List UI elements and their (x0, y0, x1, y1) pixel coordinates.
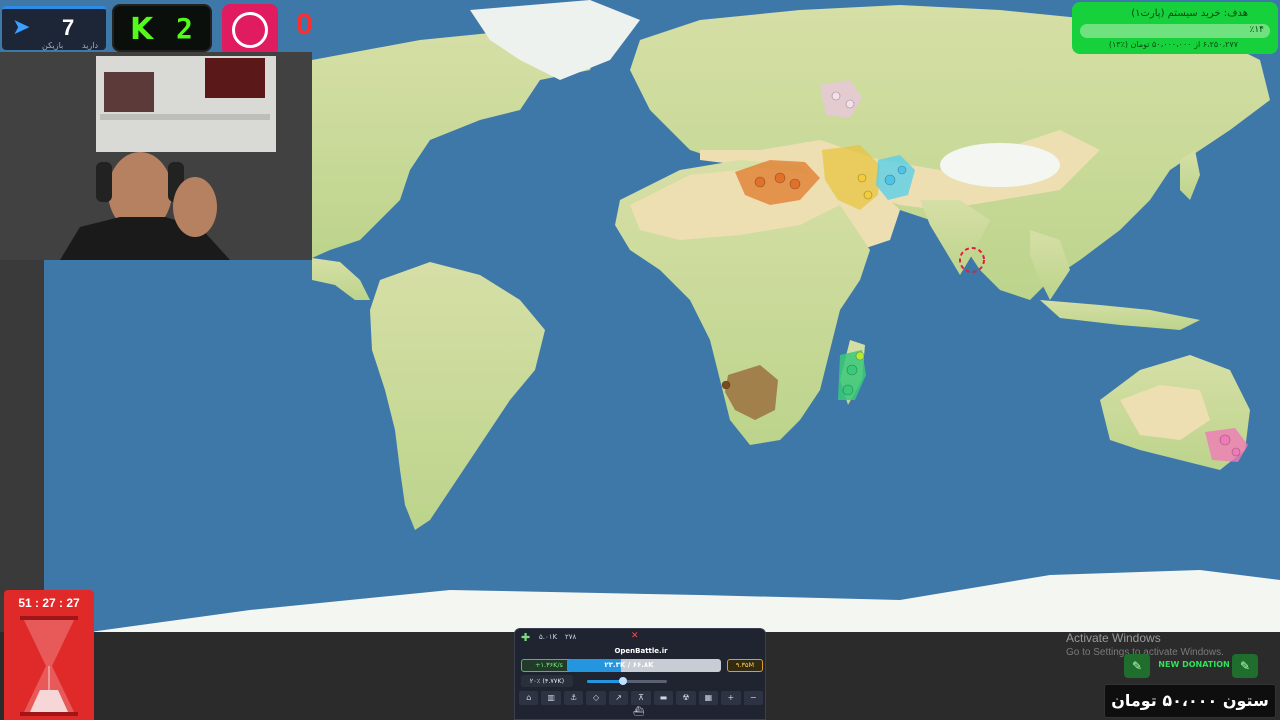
add-icon[interactable]: ✚ (521, 631, 530, 644)
watermark-line-1: Activate Windows (1066, 631, 1161, 645)
kick-count: 2 (176, 12, 193, 45)
build-factory-button[interactable]: ▥ (541, 691, 561, 705)
tibet-snow (940, 143, 1060, 187)
attack-ratio-slider[interactable] (587, 677, 667, 685)
build-sam-button[interactable]: ⊼ (631, 691, 651, 705)
viewer-label-2: دارید (82, 41, 99, 50)
donation-label: NEW DONATION (1158, 660, 1230, 669)
stream-timer: 51 : 27 : 27 (4, 590, 94, 720)
viewer-label-1: بازیکن (42, 41, 64, 50)
control-panel: ✚ ۵.۰۱K ۲۷۸ ✕ OpenBattle.ir +۱.۳۶K/s ۲۳.… (514, 628, 766, 720)
build-port-button[interactable]: ⚓ (563, 691, 584, 705)
build-nuke-button[interactable]: ☢ (676, 691, 696, 705)
viewer-counter: ➤ 7 بازیکن دارید (2, 6, 106, 50)
troop-bar: ۲۳.۳K / ۶۶.۸K (567, 659, 721, 672)
kick-icon: K (130, 12, 154, 47)
panel-top-row: ✚ ۵.۰۱K ۲۷۸ ✕ (519, 631, 763, 645)
webcam-image (0, 52, 312, 260)
build-defense-button[interactable]: ◇ (586, 691, 606, 705)
slider-thumb[interactable] (619, 677, 627, 685)
ship-icon[interactable]: ⛴ (633, 707, 644, 717)
money-icon-right: ✎ (1232, 654, 1258, 678)
stream-overlay-bar: ➤ 7 بازیکن دارید K 2 0 (0, 0, 330, 56)
timer-text: 51 : 27 : 27 (18, 596, 80, 610)
telegram-icon: ➤ (12, 15, 31, 40)
patreon-count: 0 (296, 8, 313, 41)
build-missile-button[interactable]: ↗ (608, 691, 629, 705)
new-donation-alert: ✎ NEW DONATION ✎ (1120, 654, 1266, 678)
patreon-badge (222, 4, 278, 56)
slider-fill (587, 680, 623, 683)
build-silo-button[interactable]: ▦ (698, 691, 719, 705)
build-city-button[interactable]: ⌂ (519, 691, 539, 705)
troop-count: ۲۳.۳K / ۶۶.۸K (604, 661, 654, 669)
goal-progress-bar: ٪۱۴ (1080, 24, 1270, 38)
goal-percent: ٪۱۴ (1249, 25, 1264, 35)
goal-title: هدف: خرید سیستم (پارت۱) (1131, 8, 1248, 19)
kick-counter: K 2 (112, 4, 212, 52)
viewer-count: 7 (62, 15, 75, 40)
attack-ratio-chip: ۲۰٪ (۴.۷۷K) (521, 675, 573, 687)
close-icon[interactable]: ✕ (631, 631, 639, 641)
panel-top-left-value: ۵.۰۱K (539, 633, 558, 641)
webcam-feed (0, 52, 312, 260)
patreon-icon (232, 12, 268, 48)
add-button[interactable]: + (721, 691, 741, 705)
build-warship-button[interactable]: ▬ (653, 691, 674, 705)
donation-goal: هدف: خرید سیستم (پارت۱) ٪۱۴ ۶،۲۵۰،۲۷۷ از… (1072, 2, 1278, 54)
donor-name: ستون ۵۰،۰۰۰ تومان (1104, 684, 1276, 718)
gold-total-chip: ۹.۳۵M (727, 659, 763, 672)
panel-top-mid-value: ۲۷۸ (565, 633, 577, 641)
goal-amount: ۶،۲۵۰،۲۷۷ از ۵۰،۰۰۰،۰۰۰ تومان (٪۱۳) (1108, 40, 1238, 49)
game-title: OpenBattle.ir (614, 647, 668, 655)
left-strip (0, 260, 44, 632)
minus-button[interactable]: − (743, 691, 763, 705)
game-stage: ➤ 7 بازیکن دارید K 2 0 هدف: خرید سیستم (… (0, 0, 1280, 720)
action-toolbar: ⌂ ▥ ⚓ ◇ ↗ ⊼ ▬ ☢ ▦ + − (519, 691, 763, 707)
money-icon: ✎ (1124, 654, 1150, 678)
